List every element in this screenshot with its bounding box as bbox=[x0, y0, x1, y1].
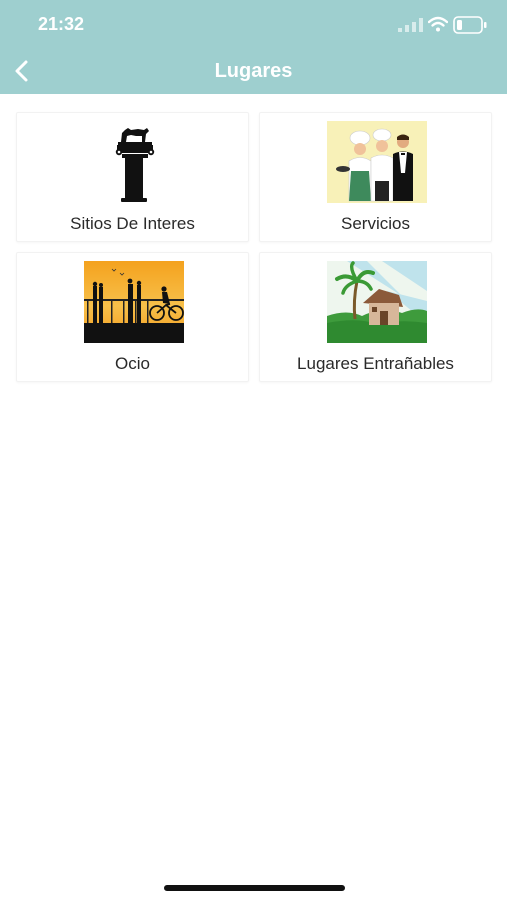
category-card-sitios-de-interes[interactable]: Sitios De Interes bbox=[16, 112, 249, 242]
category-label: Servicios bbox=[341, 214, 410, 233]
wifi-icon bbox=[428, 16, 448, 32]
category-card-servicios[interactable]: Servicios bbox=[259, 112, 492, 242]
category-card-ocio[interactable]: Ocio bbox=[16, 252, 249, 382]
app-header: 21:32 Lugares bbox=[0, 0, 507, 94]
category-card-lugares-entranables[interactable]: Lugares Entrañables bbox=[259, 252, 492, 382]
category-label: Lugares Entrañables bbox=[297, 354, 454, 373]
chefs-and-waiter-icon bbox=[327, 121, 427, 203]
house-with-palm-tree-icon bbox=[327, 261, 427, 343]
home-indicator[interactable] bbox=[164, 885, 345, 891]
battery-low-icon bbox=[453, 16, 487, 34]
category-grid: Sitios De Interes Servicios Ocio Lugares… bbox=[16, 112, 492, 382]
category-label: Ocio bbox=[115, 354, 150, 373]
category-label: Sitios De Interes bbox=[70, 214, 195, 233]
column-with-wolf-statue-icon bbox=[84, 121, 184, 203]
sunset-silhouettes-icon bbox=[84, 261, 184, 343]
cellular-signal-icon bbox=[398, 18, 423, 32]
page-title: Lugares bbox=[214, 60, 293, 82]
status-time: 21:32 bbox=[38, 14, 85, 34]
